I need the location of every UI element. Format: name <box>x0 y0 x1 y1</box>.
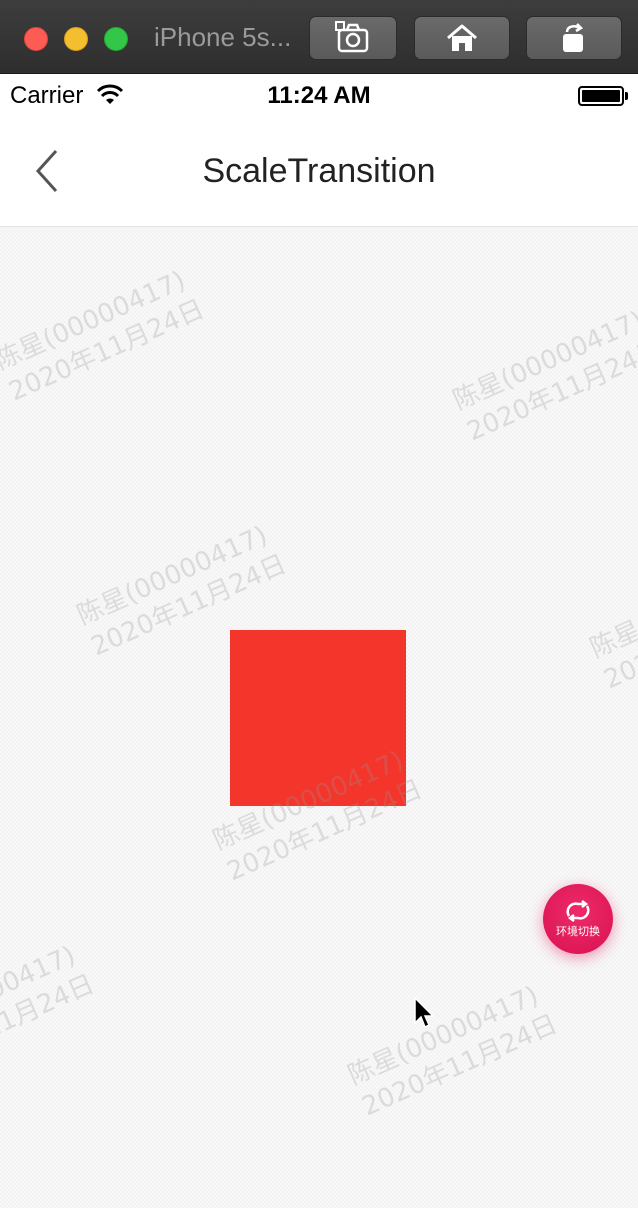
watermark: 陈星(00000417) 2020年11月24日 <box>585 553 638 696</box>
battery-tip <box>625 92 628 100</box>
env-switch-button[interactable]: 环境切换 <box>543 884 613 954</box>
content-area: 陈星(00000417) 2020年11月24日 陈星(00000417) 2020… <box>0 227 638 1208</box>
window-minimize-button[interactable] <box>64 27 88 51</box>
watermark: 陈星(00000417) 2020年11月24日 <box>448 305 638 448</box>
battery-icon <box>578 86 624 106</box>
status-time: 11:24 AM <box>267 82 371 109</box>
screenshot-button[interactable] <box>309 16 397 60</box>
window-close-button[interactable] <box>24 27 48 51</box>
window-titlebar: iPhone 5s... <box>0 0 638 74</box>
watermark: 陈星(00000417) 2020年11月24日 <box>0 940 100 1083</box>
rotate-icon <box>563 23 584 52</box>
navigation-bar: ScaleTransition <box>0 116 638 227</box>
camera-icon <box>335 21 369 53</box>
env-switch-label: 环境切换 <box>556 924 600 938</box>
watermark: 陈星(00000417) 2020年11月24日 <box>343 980 563 1123</box>
home-button[interactable] <box>414 16 510 60</box>
rotate-button[interactable] <box>526 16 622 60</box>
home-icon <box>447 24 477 51</box>
window-title: iPhone 5s... <box>154 22 292 52</box>
watermark: 陈星(00000417) 2020年11月24日 <box>0 265 210 408</box>
status-bar: Carrier 11:24 AM <box>0 74 638 116</box>
switch-refresh-icon <box>566 899 590 922</box>
mouse-cursor-icon <box>414 996 435 1029</box>
window-maximize-button[interactable] <box>104 27 128 51</box>
scale-transition-box <box>230 630 406 806</box>
page-title: ScaleTransition <box>202 152 436 190</box>
